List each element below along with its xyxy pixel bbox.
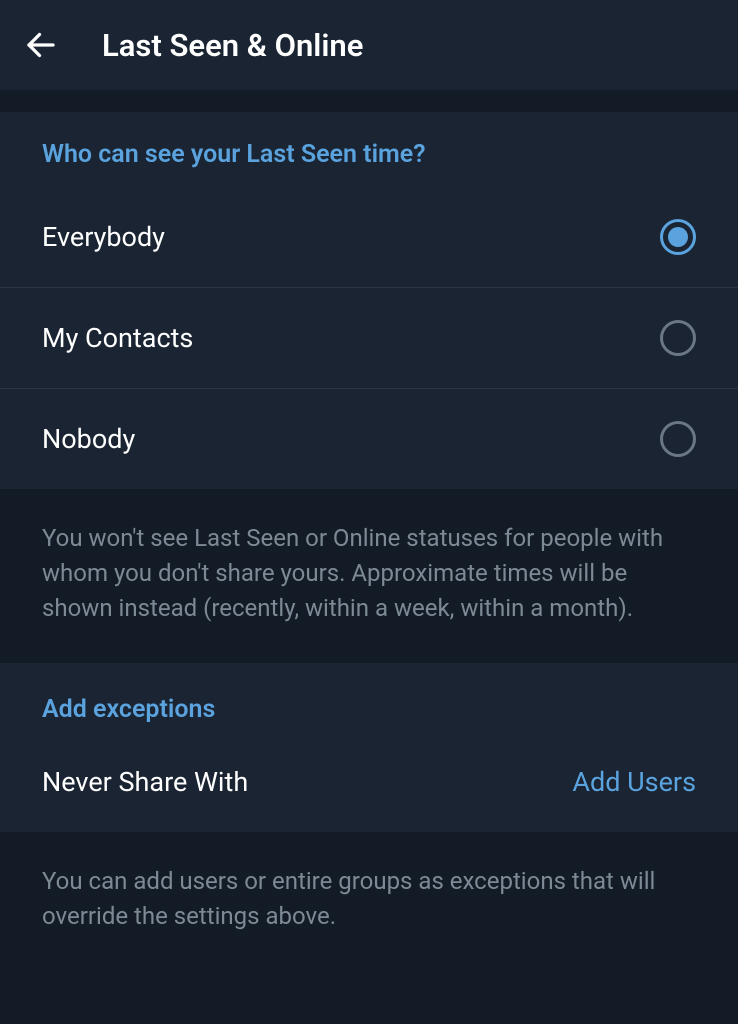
add-users-action: Add Users — [572, 766, 696, 798]
visibility-description: You won't see Last Seen or Online status… — [0, 489, 738, 663]
visibility-section-header: Who can see your Last Seen time? — [0, 112, 738, 187]
radio-option-nobody[interactable]: Nobody — [0, 389, 738, 489]
exceptions-section-header: Add exceptions — [0, 663, 738, 742]
radio-label: Everybody — [42, 221, 165, 253]
back-button[interactable] — [18, 22, 64, 68]
never-share-with-row[interactable]: Never Share With Add Users — [0, 742, 738, 832]
never-share-label: Never Share With — [42, 766, 248, 798]
visibility-section: Who can see your Last Seen time? Everybo… — [0, 112, 738, 489]
radio-indicator-selected-icon — [660, 219, 696, 255]
radio-label: Nobody — [42, 423, 135, 455]
radio-label: My Contacts — [42, 322, 193, 354]
spacer — [0, 90, 738, 112]
radio-option-my-contacts[interactable]: My Contacts — [0, 288, 738, 389]
radio-indicator-icon — [660, 421, 696, 457]
page-header: Last Seen & Online — [0, 0, 738, 90]
radio-option-everybody[interactable]: Everybody — [0, 187, 738, 288]
page-title: Last Seen & Online — [102, 27, 363, 64]
back-arrow-icon — [23, 27, 59, 63]
radio-indicator-icon — [660, 320, 696, 356]
exceptions-description: You can add users or entire groups as ex… — [0, 832, 738, 972]
exceptions-section: Add exceptions Never Share With Add User… — [0, 663, 738, 832]
